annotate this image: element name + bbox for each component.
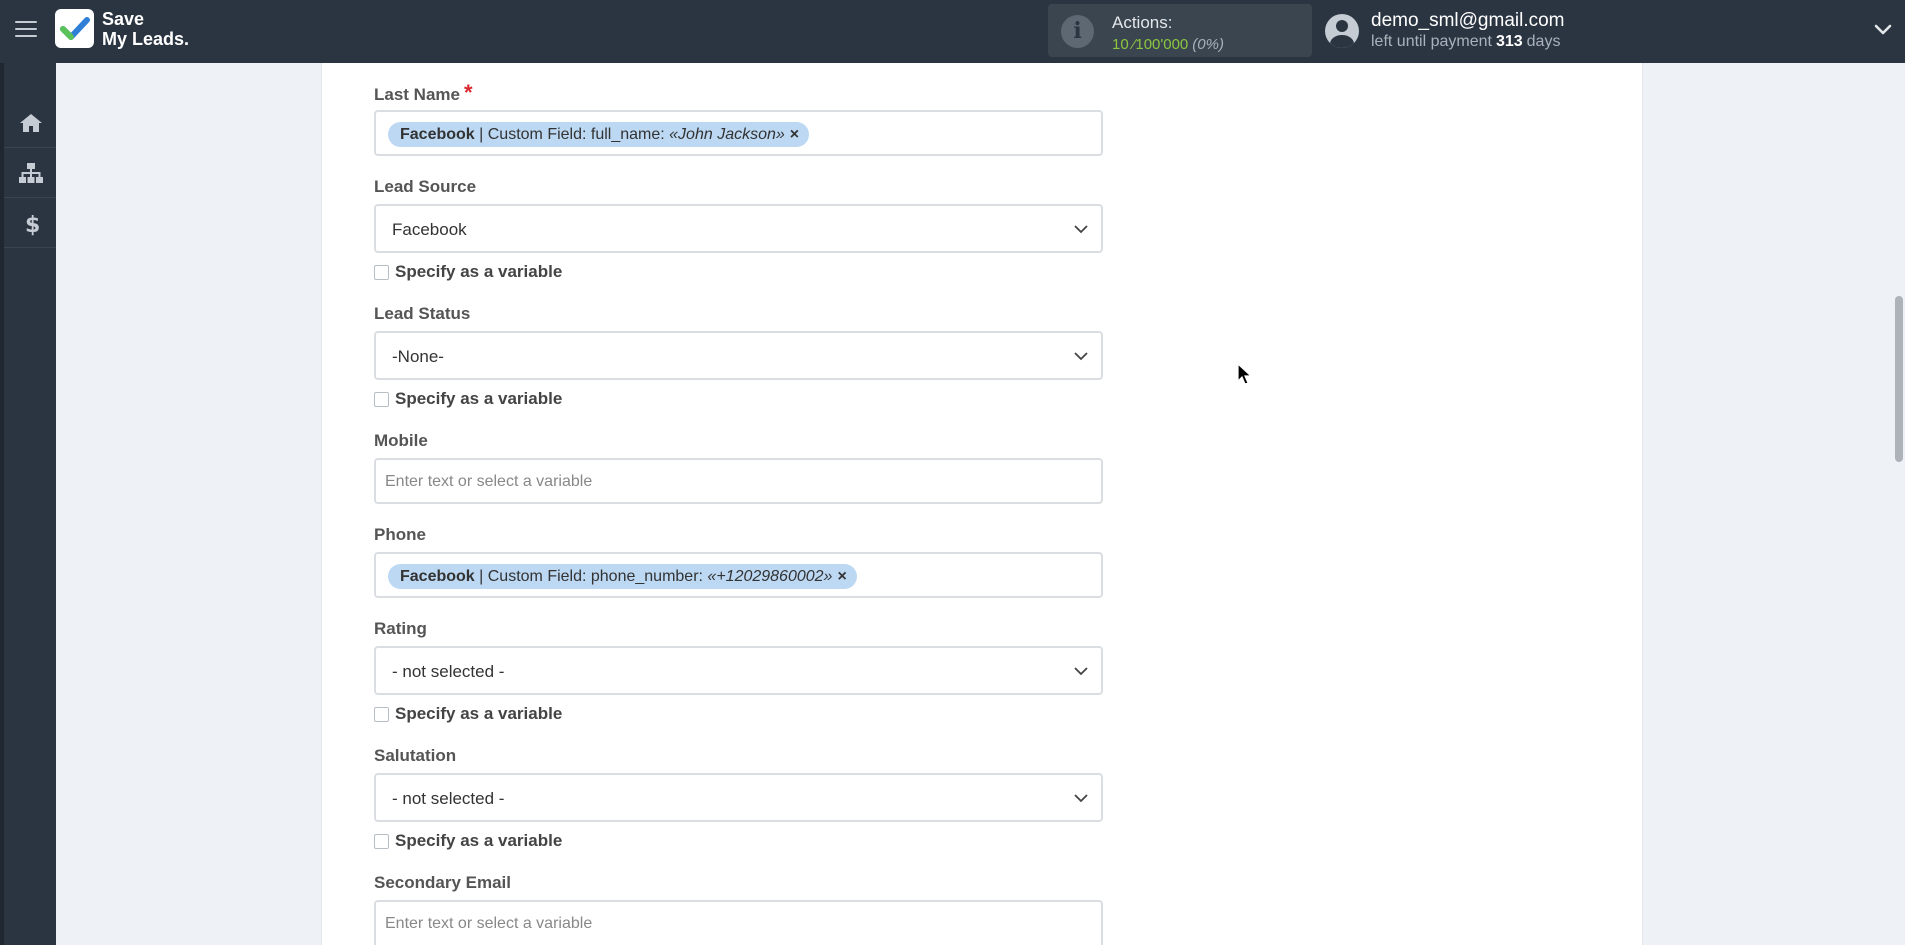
lead-source-label: Lead Source (374, 177, 477, 196)
lead-source-value: Facebook (392, 220, 467, 239)
checkbox-label: Specify as a variable (395, 262, 563, 281)
chevron-down-icon (1074, 667, 1088, 676)
actions-count: 10 ⁄100'000 (0%) (1112, 36, 1224, 53)
rating-select[interactable]: - not selected - (374, 646, 1103, 695)
payment-status: left until payment 313 days (1371, 33, 1560, 51)
chevron-down-icon (1074, 225, 1088, 234)
tag-field: | Custom Field: full_name: (479, 126, 665, 143)
menu-icon[interactable] (15, 21, 37, 41)
sidebar-item-home[interactable] (4, 98, 56, 148)
actions-label: Actions: (1112, 13, 1173, 32)
tag-field: | Custom Field: phone_number: (479, 568, 703, 585)
lead-source-variable-checkbox[interactable] (374, 265, 389, 280)
payment-prefix: left until payment (1371, 33, 1492, 50)
rating-value: - not selected - (392, 662, 505, 681)
actions-count-value: 10 ⁄100'000 (1112, 36, 1189, 53)
salutation-value: - not selected - (392, 789, 505, 808)
info-icon: i (1061, 15, 1094, 48)
secondary-email-label: Secondary Email (374, 873, 512, 892)
payment-suffix: days (1526, 33, 1561, 50)
required-mark: * (463, 80, 473, 105)
sidebar: $ (0, 63, 56, 945)
rating-variable-checkbox[interactable] (374, 707, 389, 722)
checkbox-label: Specify as a variable (395, 704, 563, 723)
sitemap-icon (19, 163, 43, 183)
logo-text[interactable]: Save My Leads. (102, 9, 189, 49)
lead-status-label: Lead Status (374, 304, 471, 323)
salutation-label: Salutation (374, 746, 457, 765)
home-icon (20, 114, 42, 132)
last-name-field[interactable]: Facebook | Custom Field: full_name: «Joh… (374, 110, 1103, 156)
mobile-placeholder: Enter text or select a variable (385, 473, 593, 490)
last-name-label: Last Name * (374, 80, 473, 106)
lead-status-value: -None- (392, 347, 444, 366)
chevron-down-icon (1074, 352, 1088, 361)
mouse-cursor-icon (1237, 363, 1253, 385)
rating-label: Rating (374, 619, 427, 638)
logo-line-2: My Leads. (102, 29, 190, 49)
user-email[interactable]: demo_sml@gmail.com (1371, 10, 1565, 32)
last-name-label-text: Last Name (374, 85, 460, 104)
tag-source: Facebook (400, 126, 475, 143)
chevron-down-icon[interactable] (1873, 20, 1893, 40)
lead-status-select[interactable]: -None- (374, 331, 1103, 380)
logo-icon[interactable] (55, 9, 94, 48)
remove-tag-icon[interactable]: × (837, 568, 846, 585)
checkbox-label: Specify as a variable (395, 831, 563, 850)
payment-days: 313 (1495, 33, 1523, 50)
top-bar: Save My Leads. i Actions: 10 ⁄100'000 (0%… (0, 0, 1905, 63)
sidebar-item-connections[interactable] (4, 148, 56, 198)
dollar-icon: $ (25, 213, 40, 236)
logo-line-1: Save (102, 9, 145, 29)
remove-tag-icon[interactable]: × (790, 126, 799, 143)
avatar[interactable] (1325, 14, 1359, 48)
checkbox-label: Specify as a variable (395, 389, 563, 408)
phone-variable-tag[interactable]: Facebook | Custom Field: phone_number: «… (388, 564, 857, 589)
actions-percent: (0%) (1192, 36, 1224, 53)
sidebar-item-billing[interactable]: $ (4, 198, 56, 248)
chevron-down-icon (1074, 794, 1088, 803)
salutation-variable-checkbox[interactable] (374, 834, 389, 849)
tag-source: Facebook (400, 568, 475, 585)
tag-value: «+12029860002» (707, 568, 833, 585)
mobile-label: Mobile (374, 431, 428, 450)
last-name-variable-tag[interactable]: Facebook | Custom Field: full_name: «Joh… (388, 122, 810, 147)
phone-label: Phone (374, 525, 426, 544)
svg-text:$: $ (25, 213, 40, 236)
lead-source-select[interactable]: Facebook (374, 204, 1103, 253)
page-scrollbar[interactable] (1895, 296, 1903, 462)
tag-value: «John Jackson» (669, 126, 785, 143)
phone-field[interactable]: Facebook | Custom Field: phone_number: «… (374, 552, 1103, 598)
secondary-email-placeholder: Enter text or select a variable (385, 915, 593, 932)
actions-widget[interactable]: i Actions: 10 ⁄100'000 (0%) (1048, 4, 1312, 57)
secondary-email-input[interactable]: Enter text or select a variable (374, 900, 1103, 945)
salutation-select[interactable]: - not selected - (374, 773, 1103, 822)
lead-status-variable-checkbox[interactable] (374, 392, 389, 407)
mobile-input[interactable]: Enter text or select a variable (374, 458, 1103, 504)
